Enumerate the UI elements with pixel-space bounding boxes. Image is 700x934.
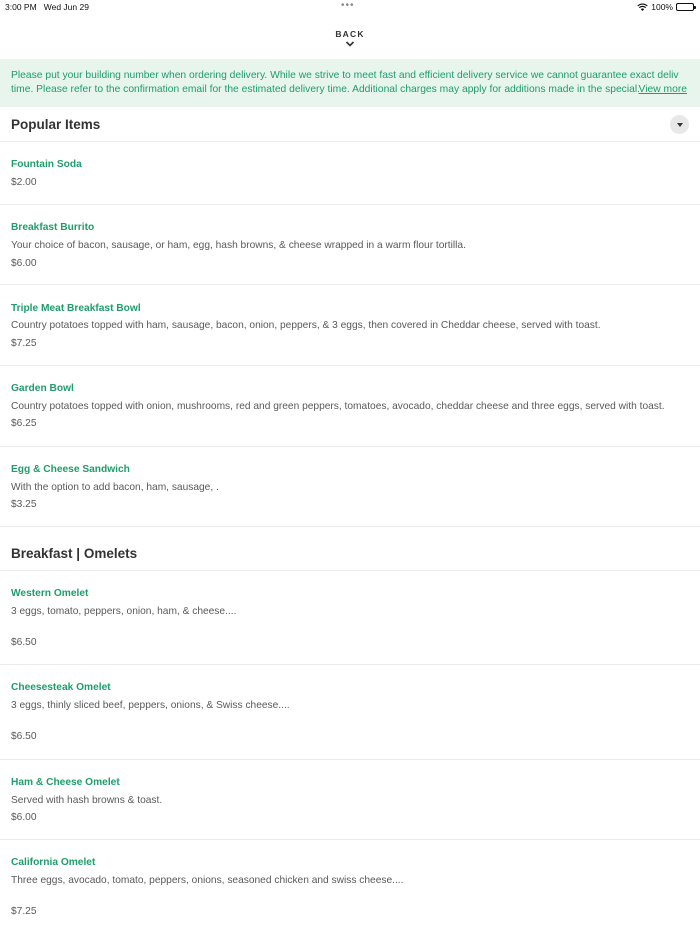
item-price: $6.00 (11, 258, 37, 269)
collapse-section-button[interactable] (670, 115, 689, 134)
status-bar: 3:00 PM Wed Jun 29 ••• 100% (0, 0, 700, 14)
back-label: BACK (335, 29, 365, 39)
section-title: Popular Items (11, 117, 101, 132)
view-more-link[interactable]: View more (638, 83, 687, 97)
status-time: 3:00 PM Wed Jun 29 (5, 2, 89, 12)
item-price: $6.00 (11, 812, 37, 823)
menu-item[interactable]: California Omelet Three eggs, avocado, t… (0, 840, 700, 934)
section-title: Breakfast | Omelets (11, 546, 138, 561)
item-description: With the option to add bacon, ham, sausa… (11, 482, 219, 493)
menu-item[interactable]: Garden Bowl Country potatoes topped with… (0, 366, 700, 447)
menu-item[interactable]: Western Omelet 3 eggs, tomato, peppers, … (0, 571, 700, 665)
item-description: Country potatoes topped with onion, mush… (11, 401, 665, 412)
notice-line-1: Please put your building number when ord… (11, 70, 679, 81)
item-description: Your choice of bacon, sausage, or ham, e… (11, 240, 466, 251)
back-button[interactable]: BACK (0, 29, 700, 48)
item-price: $7.25 (11, 906, 37, 917)
menu-item[interactable]: Cheesesteak Omelet 3 eggs, thinly sliced… (0, 665, 700, 760)
item-name: Cheesesteak Omelet (11, 682, 111, 693)
item-price: $2.00 (11, 177, 37, 188)
item-name: Ham & Cheese Omelet (11, 777, 120, 788)
wifi-icon (637, 3, 648, 11)
item-price: $6.25 (11, 418, 37, 429)
menu-item[interactable]: Breakfast Burrito Your choice of bacon, … (0, 205, 700, 285)
section-header-popular: Popular Items (0, 108, 700, 142)
menu-item[interactable]: Egg & Cheese Sandwich With the option to… (0, 447, 700, 527)
item-description: Served with hash browns & toast. (11, 795, 163, 806)
status-date: Wed Jun 29 (43, 2, 89, 12)
status-time-text: 3:00 PM (5, 2, 37, 12)
status-right: 100% (637, 2, 696, 12)
menu-item[interactable]: Ham & Cheese Omelet Served with hash bro… (0, 760, 700, 840)
item-description: 3 eggs, tomato, peppers, onion, ham, & c… (11, 606, 237, 617)
menu-item[interactable]: Triple Meat Breakfast Bowl Country potat… (0, 285, 700, 366)
item-price: $3.25 (11, 499, 37, 510)
battery-icon (676, 3, 696, 11)
item-description: Three eggs, avocado, tomato, peppers, on… (11, 875, 404, 886)
item-description: Country potatoes topped with ham, sausag… (11, 320, 601, 331)
notice-line-2: time. Please refer to the confirmation e… (11, 84, 646, 95)
item-name: Breakfast Burrito (11, 222, 95, 233)
item-description: 3 eggs, thinly sliced beef, peppers, oni… (11, 700, 290, 711)
delivery-notice: Please put your building number when ord… (0, 59, 700, 107)
multitask-dots-icon[interactable]: ••• (341, 0, 355, 11)
collapse-caret-icon (676, 122, 683, 127)
item-price: $6.50 (11, 731, 37, 742)
chevron-down-icon (345, 41, 355, 47)
section-header-omelets: Breakfast | Omelets (0, 527, 700, 571)
item-price: $6.50 (11, 637, 37, 648)
item-name: Garden Bowl (11, 383, 74, 394)
item-name: Western Omelet (11, 588, 89, 599)
item-name: Egg & Cheese Sandwich (11, 464, 130, 475)
item-name: Fountain Soda (11, 159, 82, 170)
item-name: California Omelet (11, 857, 96, 868)
battery-percent: 100% (651, 2, 673, 12)
item-price: $7.25 (11, 338, 37, 349)
item-name: Triple Meat Breakfast Bowl (11, 303, 141, 314)
menu-item[interactable]: Fountain Soda $2.00 (0, 142, 700, 205)
